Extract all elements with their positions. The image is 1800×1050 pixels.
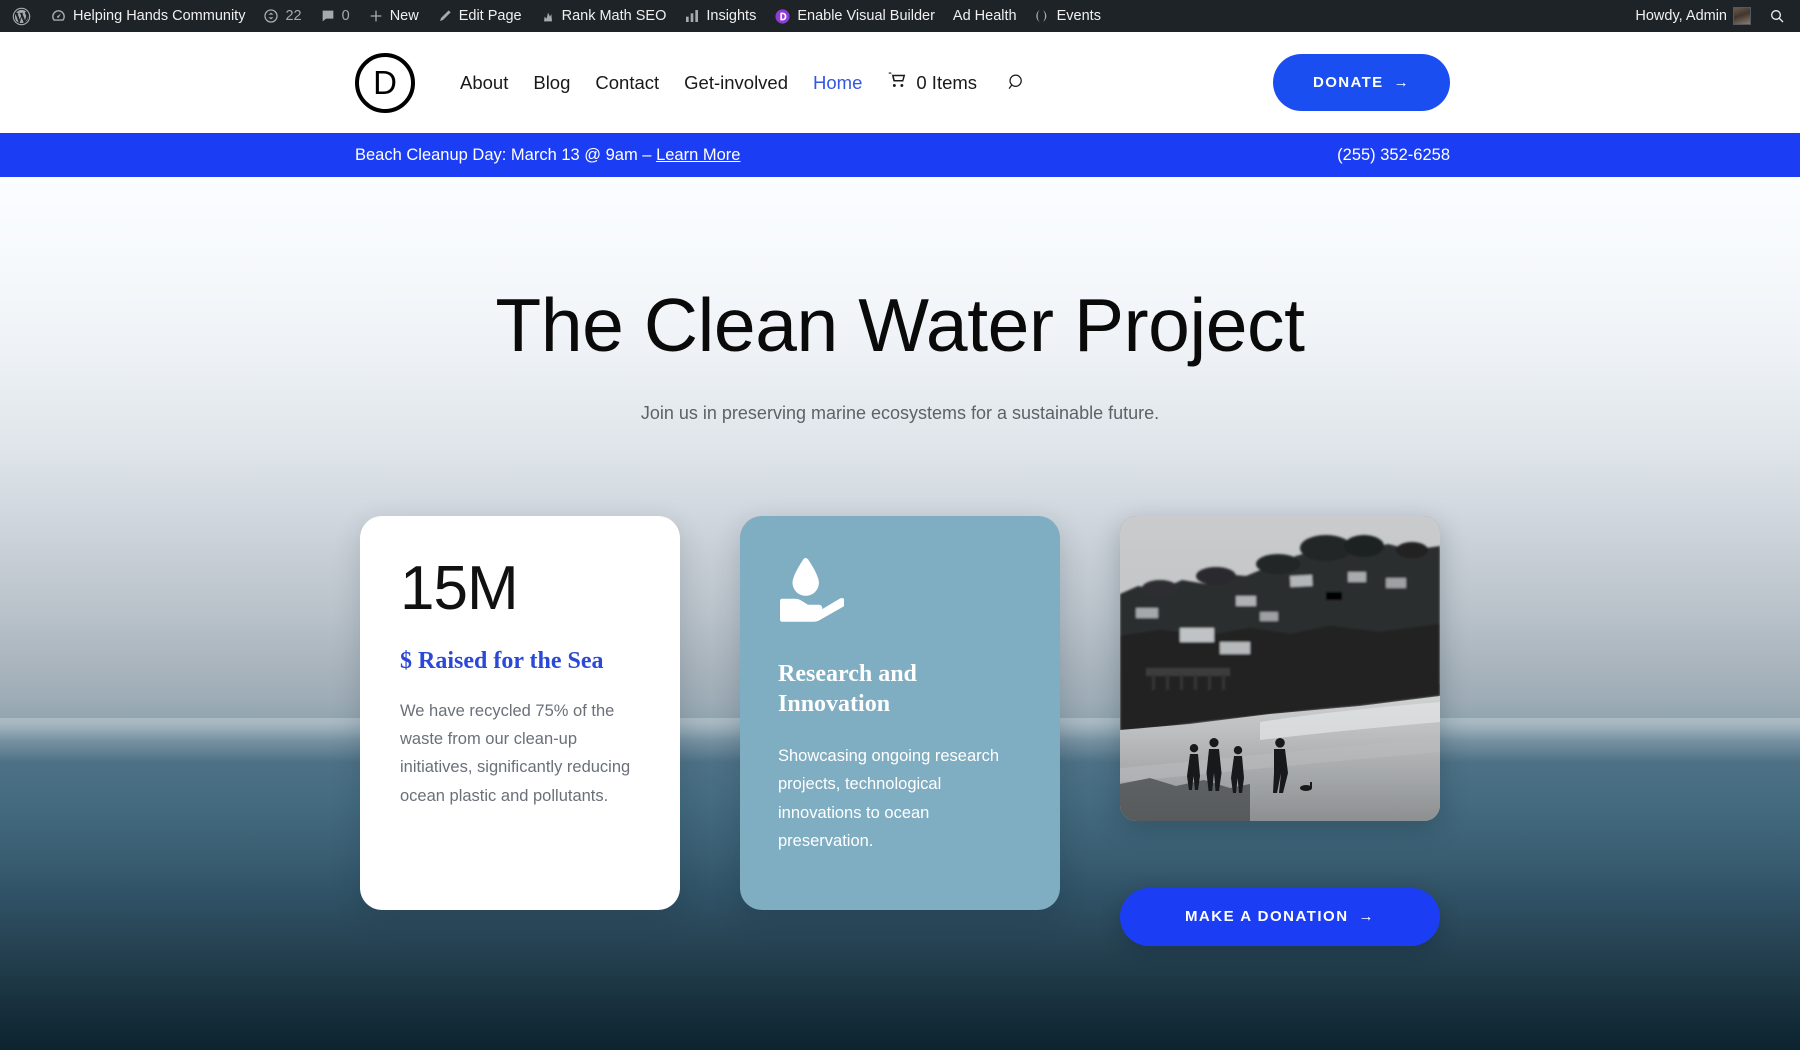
comment-bubble-icon [320, 8, 336, 24]
page-title: The Clean Water Project [495, 283, 1305, 367]
announcement-learn-more-link[interactable]: Learn More [656, 146, 740, 164]
stat-label: $ Raised for the Sea [400, 647, 604, 674]
adminbar-item-visual-builder[interactable]: Enable Visual Builder [765, 0, 944, 32]
site-logo[interactable]: D [355, 52, 415, 113]
cart-link[interactable]: 0 Items [887, 71, 977, 94]
site-header: D About Blog Contact Get-involved Home 0… [0, 32, 1800, 133]
nav-item-blog[interactable]: Blog [533, 72, 570, 94]
adminbar-item-edit-page[interactable]: Edit Page [428, 0, 531, 32]
adminbar-label: Insights [706, 8, 757, 24]
shopping-cart-icon [887, 71, 907, 94]
plus-icon [368, 8, 384, 24]
adminbar-item-new[interactable]: New [359, 0, 428, 32]
header-search-icon[interactable] [1006, 72, 1027, 93]
arrow-right-icon: → [1393, 74, 1410, 91]
logo-letter: D [373, 63, 397, 101]
adminbar-label: Rank Math SEO [561, 8, 667, 24]
stat-card: 15M $ Raised for the Sea We have recycle… [360, 515, 680, 910]
cart-item-count: 0 Items [916, 71, 978, 93]
announcement-bar: Beach Cleanup Day: March 13 @ 9am – Lear… [0, 133, 1800, 177]
pencil-icon [437, 8, 453, 24]
donate-button-label: DONATE [1312, 74, 1384, 91]
adminbar-item-events[interactable]: Events [1026, 0, 1110, 32]
adminbar-item-insights[interactable]: Insights [675, 0, 765, 32]
adminbar-item-rank-math[interactable]: Rank Math SEO [531, 0, 676, 32]
howdy-label: Howdy, Admin [1635, 8, 1727, 24]
divi-icon [774, 8, 791, 25]
water-drop-in-hand-icon [778, 557, 847, 632]
bar-chart-icon [684, 8, 700, 24]
hero-section: The Clean Water Project Join us in prese… [0, 177, 1800, 1050]
make-a-donation-label: MAKE A DONATION [1184, 908, 1349, 925]
adminbar-label: Enable Visual Builder [797, 8, 935, 24]
research-card-title: Research and Innovation [778, 660, 917, 718]
adminbar-item-comments[interactable]: 0 [311, 0, 359, 32]
nav-item-about[interactable]: About [460, 72, 508, 94]
events-icon [1035, 8, 1051, 24]
nav-item-get-involved[interactable]: Get-involved [684, 72, 788, 94]
nav-item-contact[interactable]: Contact [595, 72, 659, 94]
research-card-description: Showcasing ongoing research projects, te… [778, 746, 1000, 851]
comments-count: 0 [341, 8, 350, 24]
adminbar-label: New [389, 8, 419, 24]
adminbar-my-account[interactable]: Howdy, Admin [1626, 0, 1760, 32]
main-navigation: About Blog Contact Get-involved Home 0 I… [460, 71, 1027, 94]
updates-count: 22 [285, 8, 302, 24]
announcement-phone[interactable]: (255) 352-6258 [1337, 146, 1450, 165]
nav-item-home[interactable]: Home [813, 72, 862, 94]
wp-admin-bar: Helping Hands Community 22 0 New Edit Pa… [0, 0, 1800, 32]
stat-description: We have recycled 75% of the waste from o… [400, 701, 631, 805]
wordpress-logo-icon [11, 6, 32, 27]
stat-number: 15M [400, 553, 519, 623]
wp-logo-menu[interactable] [2, 0, 41, 32]
donate-button[interactable]: DONATE → [1272, 54, 1450, 111]
adminbar-item-updates[interactable]: 22 [254, 0, 310, 32]
updates-icon [263, 8, 279, 24]
adminbar-label: Events [1056, 8, 1101, 24]
adminbar-search-button[interactable] [1760, 0, 1794, 32]
adminbar-item-site-name[interactable]: Helping Hands Community [41, 0, 254, 32]
hero-subtitle: Join us in preserving marine ecosystems … [640, 402, 1160, 423]
hero-content: The Clean Water Project Join us in prese… [0, 284, 1800, 946]
beach-photo [1120, 515, 1440, 821]
avatar [1733, 7, 1751, 25]
arrow-right-icon: → [1358, 908, 1376, 925]
adminbar-item-ad-health[interactable]: Ad Health [944, 0, 1026, 32]
adminbar-label: Helping Hands Community [73, 8, 246, 24]
research-card: Research and Innovation Showcasing ongoi… [740, 515, 1060, 910]
adminbar-label: Edit Page [458, 8, 522, 24]
announcement-message: Beach Cleanup Day: March 13 @ 9am – Lear… [355, 146, 740, 165]
dashboard-icon [50, 8, 67, 25]
search-icon [1769, 8, 1785, 24]
media-column: MAKE A DONATION → [1120, 515, 1440, 946]
make-a-donation-button[interactable]: MAKE A DONATION → [1120, 887, 1440, 946]
adminbar-label: Ad Health [952, 8, 1017, 24]
rank-math-icon [540, 8, 556, 24]
announcement-text: Beach Cleanup Day: March 13 @ 9am – [355, 145, 657, 164]
black-and-white-beach-coastline-photo [1120, 515, 1440, 821]
hero-card-row: 15M $ Raised for the Sea We have recycle… [360, 515, 1800, 946]
